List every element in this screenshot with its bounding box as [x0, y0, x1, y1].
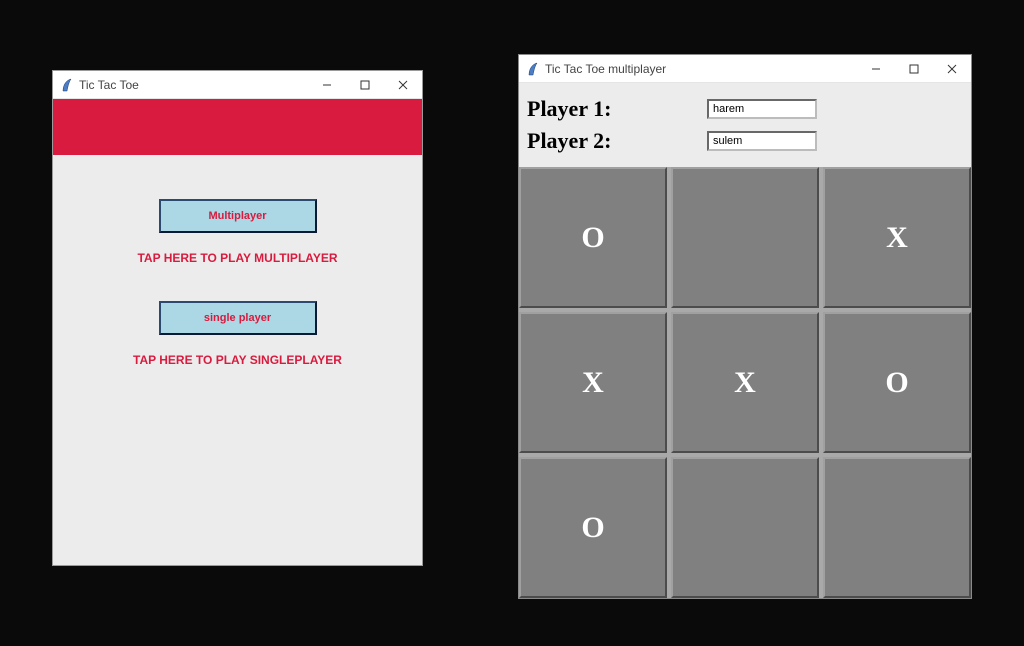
window-controls: [308, 71, 422, 99]
cell-0-0[interactable]: O: [519, 167, 667, 308]
singleplayer-button-label: single player: [204, 312, 271, 324]
singleplayer-button[interactable]: single player: [159, 301, 317, 335]
header-band: [53, 99, 422, 155]
player-input-area: Player 1: Player 2:: [519, 83, 971, 167]
cell-1-0[interactable]: X: [519, 312, 667, 453]
cell-2-0[interactable]: O: [519, 457, 667, 598]
maximize-button[interactable]: [346, 71, 384, 99]
menu-window-titlebar[interactable]: Tic Tac Toe: [53, 71, 422, 99]
game-grid: O X X X O O: [519, 167, 971, 598]
maximize-button[interactable]: [895, 55, 933, 83]
close-button[interactable]: [933, 55, 971, 83]
cell-1-1[interactable]: X: [671, 312, 819, 453]
cell-2-1[interactable]: [671, 457, 819, 598]
app-icon: [523, 62, 543, 76]
cell-0-2[interactable]: X: [823, 167, 971, 308]
app-icon: [57, 78, 77, 92]
game-window-title: Tic Tac Toe multiplayer: [543, 62, 857, 76]
menu-body: Multiplayer TAP HERE TO PLAY MULTIPLAYER…: [53, 155, 422, 565]
multiplayer-button[interactable]: Multiplayer: [159, 199, 317, 233]
game-window-titlebar[interactable]: Tic Tac Toe multiplayer: [519, 55, 971, 83]
singleplayer-caption: TAP HERE TO PLAY SINGLEPLAYER: [133, 353, 342, 367]
cell-0-1[interactable]: [671, 167, 819, 308]
cell-2-2[interactable]: [823, 457, 971, 598]
player1-label: Player 1:: [527, 96, 707, 122]
game-window: Tic Tac Toe multiplayer Player 1: Player…: [519, 55, 971, 598]
menu-window-title: Tic Tac Toe: [77, 78, 308, 92]
multiplayer-caption: TAP HERE TO PLAY MULTIPLAYER: [137, 251, 337, 265]
menu-window: Tic Tac Toe Multiplayer TAP HERE TO PLAY…: [53, 71, 422, 565]
player1-row: Player 1:: [527, 96, 963, 122]
minimize-button[interactable]: [308, 71, 346, 99]
minimize-button[interactable]: [857, 55, 895, 83]
window-controls: [857, 55, 971, 83]
player2-label: Player 2:: [527, 128, 707, 154]
close-button[interactable]: [384, 71, 422, 99]
multiplayer-button-label: Multiplayer: [208, 210, 266, 222]
player1-input[interactable]: [707, 99, 817, 119]
player2-row: Player 2:: [527, 128, 963, 154]
cell-1-2[interactable]: O: [823, 312, 971, 453]
player2-input[interactable]: [707, 131, 817, 151]
